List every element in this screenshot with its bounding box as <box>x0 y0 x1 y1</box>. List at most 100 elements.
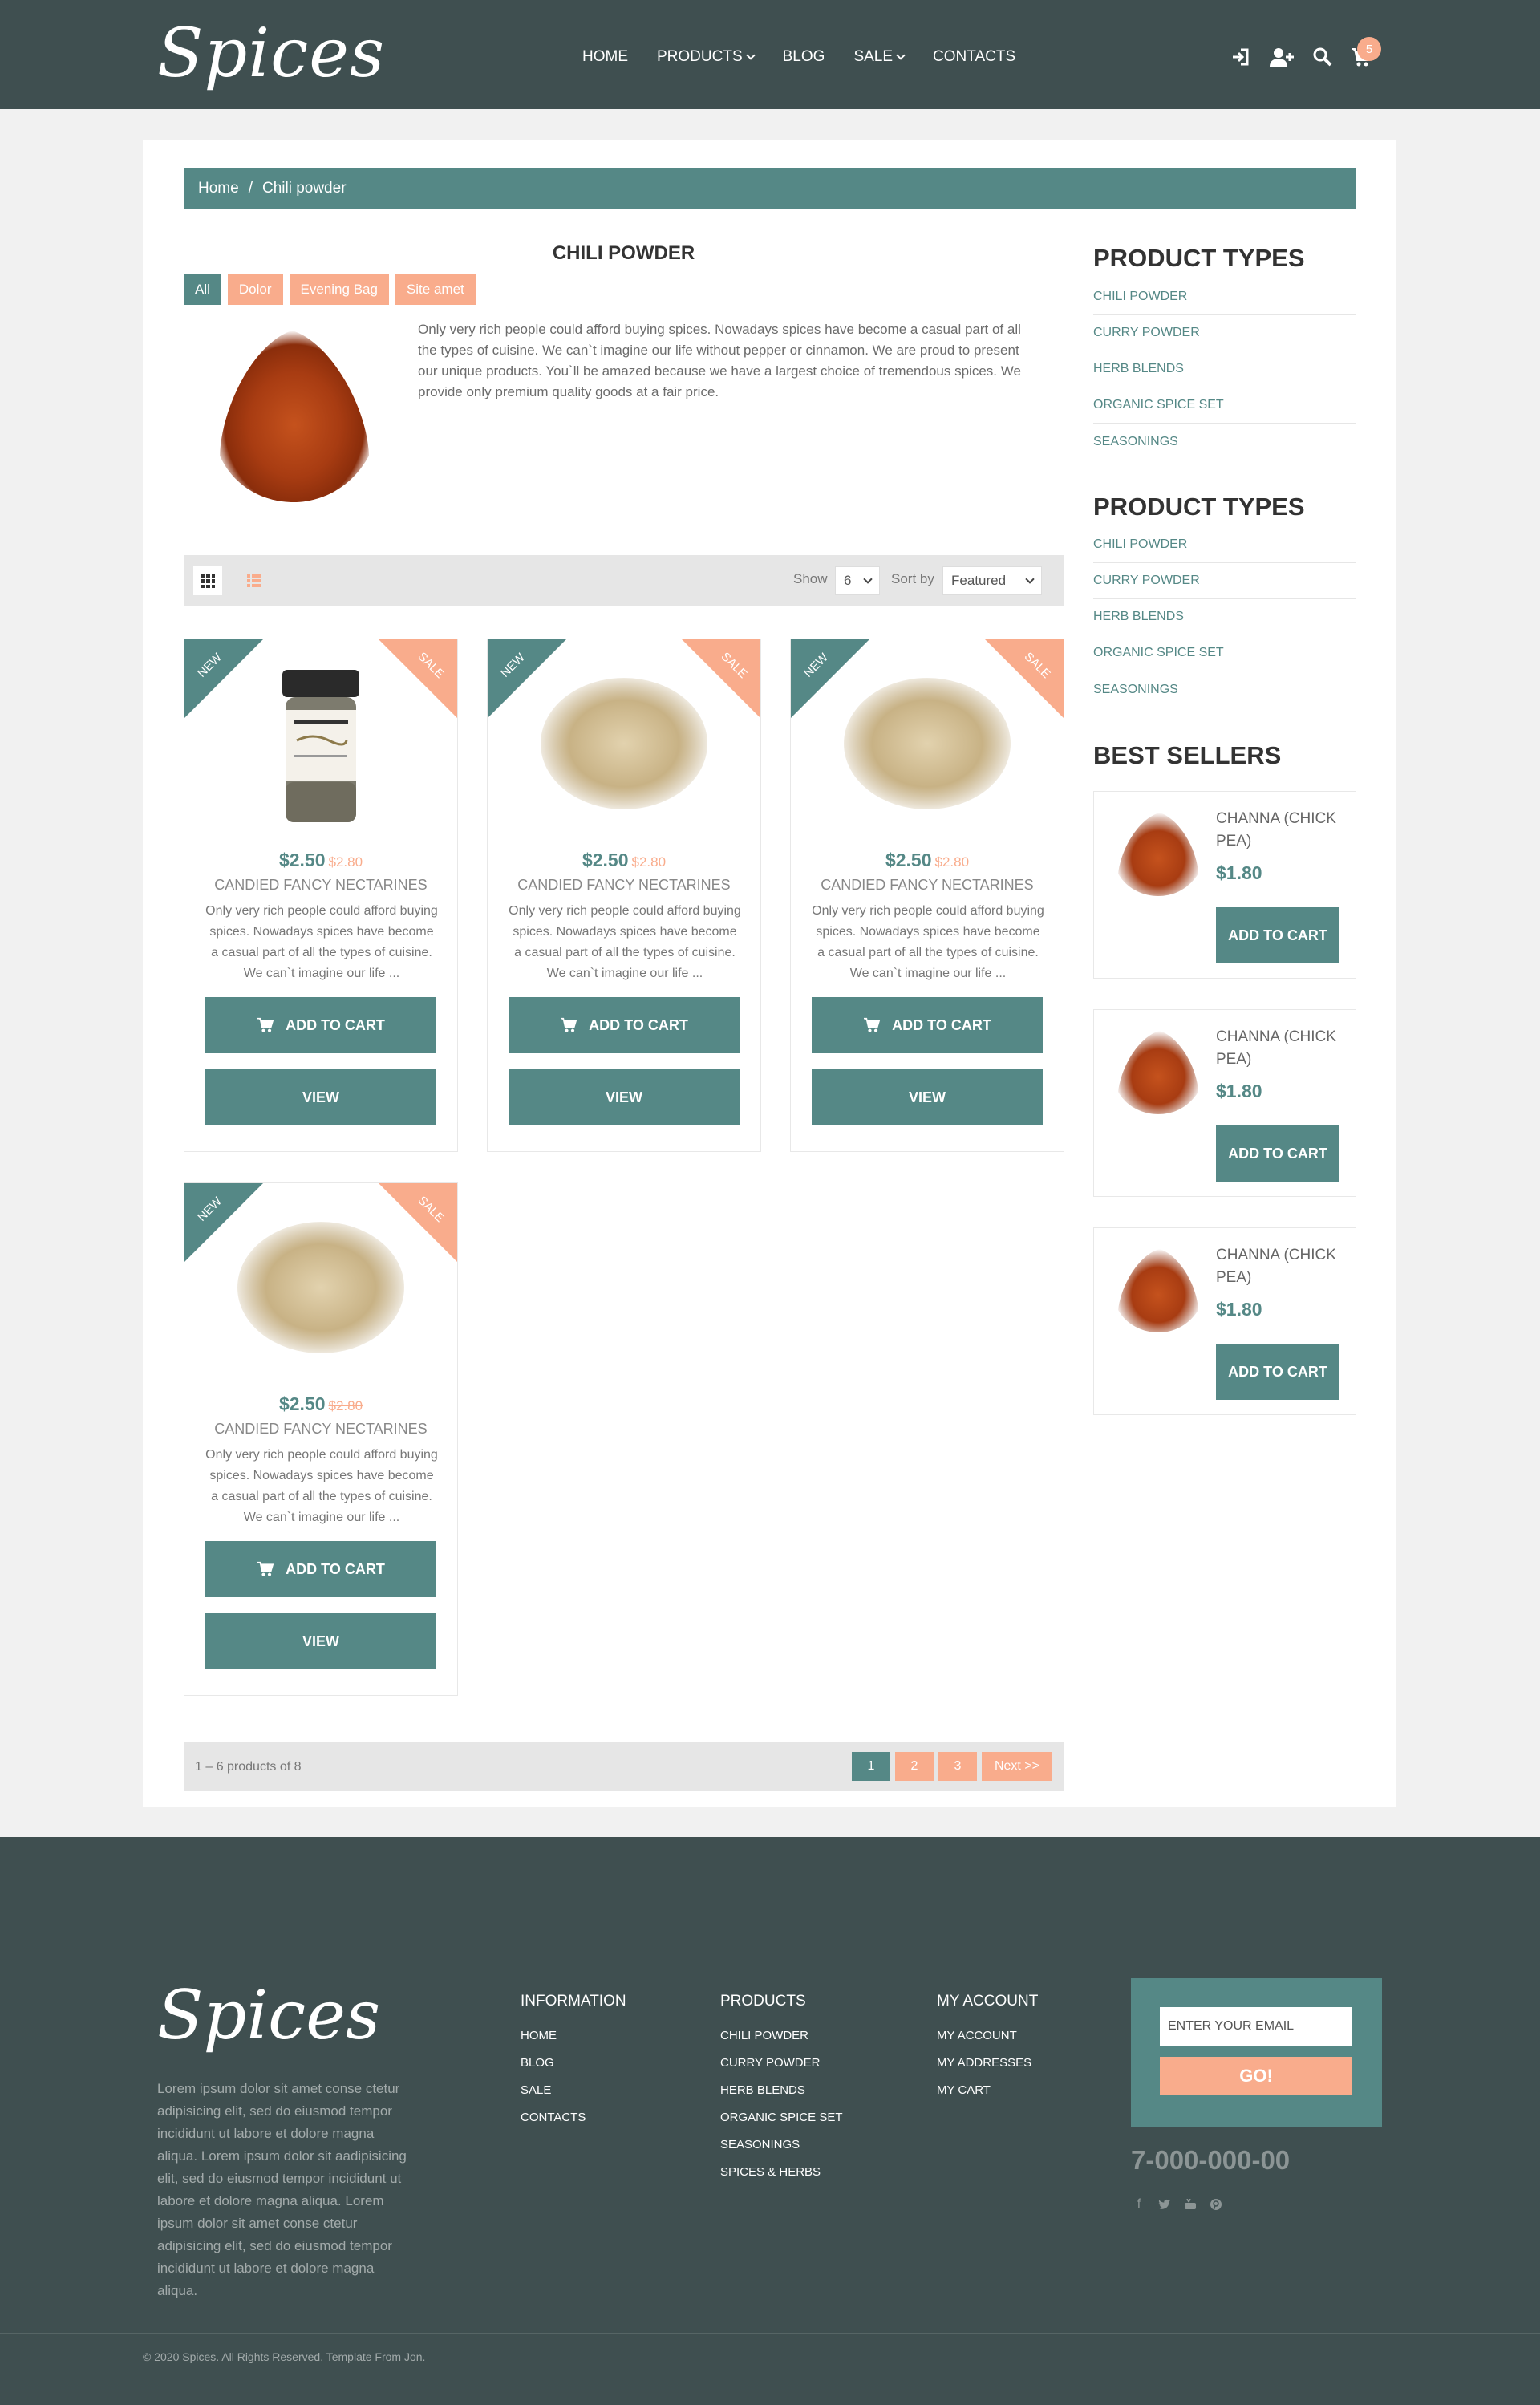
page-2-button[interactable]: 2 <box>894 1752 934 1781</box>
add-to-cart-button[interactable]: ADD TO CART <box>812 997 1043 1053</box>
footer-link[interactable]: CHILI POWDER <box>720 2022 843 2049</box>
add-user-icon[interactable] <box>1269 47 1295 67</box>
add-to-cart-button[interactable]: ADD TO CART <box>1216 1125 1339 1182</box>
best-seller-name[interactable]: CHANNA (CHICK PEA) <box>1216 1026 1344 1071</box>
footer-link[interactable]: SALE <box>521 2076 626 2103</box>
filter-site-amet[interactable]: Site amet <box>395 274 476 305</box>
footer-link[interactable]: BLOG <box>521 2049 626 2076</box>
site-logo[interactable]: Spices <box>157 14 385 91</box>
filter-dolor[interactable]: Dolor <box>227 274 283 305</box>
nav-contacts[interactable]: CONTACTS <box>933 48 1015 66</box>
view-button[interactable]: VIEW <box>205 1069 436 1125</box>
list-view-button[interactable] <box>240 566 269 595</box>
product-image-jar[interactable] <box>233 654 409 830</box>
nav-blog[interactable]: BLOG <box>783 48 825 66</box>
footer-link[interactable]: SEASONINGS <box>720 2131 843 2158</box>
show-select[interactable]: 6 <box>835 566 880 595</box>
grid-icon <box>201 574 215 588</box>
subscribe-button[interactable]: GO! <box>1160 2057 1352 2095</box>
footer-phone: 7-000-000-00 <box>1131 2145 1291 2175</box>
add-to-cart-button[interactable]: ADD TO CART <box>509 997 740 1053</box>
footer-link[interactable]: MY ADDRESSES <box>937 2049 1038 2076</box>
category-filters: All Dolor Evening Bag Site amet <box>184 274 476 305</box>
best-seller-image[interactable] <box>1112 1024 1205 1117</box>
product-type-item[interactable]: CHILI POWDER <box>1093 527 1356 563</box>
product-name[interactable]: CANDIED FANCY NECTARINES <box>184 1421 457 1438</box>
best-seller-image[interactable] <box>1112 806 1205 899</box>
product-type-item[interactable]: CURRY POWDER <box>1093 563 1356 599</box>
footer-link[interactable]: SPICES & HERBS <box>720 2158 843 2185</box>
best-seller-name[interactable]: CHANNA (CHICK PEA) <box>1216 808 1344 853</box>
product-types-title: PRODUCT TYPES <box>1093 493 1305 521</box>
product-card: NEW SALE $2.50 $2.80 CANDIED FANCY NECTAR… <box>184 1182 458 1696</box>
facebook-icon[interactable]: f <box>1131 2196 1147 2212</box>
sign-in-icon[interactable] <box>1230 47 1251 67</box>
product-name[interactable]: CANDIED FANCY NECTARINES <box>184 877 457 894</box>
social-links: f <box>1131 2196 1224 2212</box>
nav-home[interactable]: HOME <box>582 48 628 66</box>
search-icon[interactable] <box>1312 47 1333 67</box>
next-page-button[interactable]: Next >> <box>981 1752 1052 1781</box>
footer-description: Lorem ipsum dolor sit amet conse ctetur … <box>157 2081 407 2298</box>
product-type-item[interactable]: HERB BLENDS <box>1093 351 1356 387</box>
product-types-list: CHILI POWDER CURRY POWDER HERB BLENDS OR… <box>1093 527 1356 708</box>
view-button[interactable]: VIEW <box>205 1613 436 1669</box>
chevron-down-icon <box>745 51 756 60</box>
footer-link[interactable]: MY ACCOUNT <box>937 2022 1038 2049</box>
add-to-cart-button[interactable]: ADD TO CART <box>205 997 436 1053</box>
chevron-down-icon <box>1025 574 1035 584</box>
add-to-cart-button[interactable]: ADD TO CART <box>1216 1344 1339 1400</box>
footer-logo[interactable]: Spices <box>157 1977 380 2054</box>
product-name[interactable]: CANDIED FANCY NECTARINES <box>488 877 760 894</box>
filter-evening-bag[interactable]: Evening Bag <box>289 274 389 305</box>
email-field[interactable]: ENTER YOUR EMAIL <box>1160 2007 1352 2046</box>
product-image-pile[interactable] <box>536 654 712 830</box>
pinterest-icon[interactable] <box>1208 2196 1224 2212</box>
footer-link[interactable]: HERB BLENDS <box>720 2076 843 2103</box>
best-seller-name[interactable]: CHANNA (CHICK PEA) <box>1216 1244 1344 1289</box>
cart-icon <box>257 1017 274 1032</box>
product-card: NEW SALE $2.50 $2.80 CANDIED FANCY NECTAR… <box>184 639 458 1152</box>
product-type-item[interactable]: ORGANIC SPICE SET <box>1093 635 1356 671</box>
twitter-icon[interactable] <box>1157 2196 1173 2212</box>
footer-link[interactable]: ORGANIC SPICE SET <box>720 2103 843 2131</box>
footer-link[interactable]: HOME <box>521 2022 626 2049</box>
product-image-pile[interactable] <box>839 654 1015 830</box>
youtube-icon[interactable] <box>1182 2196 1198 2212</box>
add-to-cart-button[interactable]: ADD TO CART <box>1216 907 1339 963</box>
price-old: $2.80 <box>328 854 363 870</box>
footer-account: MY ACCOUNT MY ACCOUNT MY ADDRESSES MY CA… <box>937 1993 1038 2103</box>
product-type-item[interactable]: CURRY POWDER <box>1093 315 1356 351</box>
product-types-list: CHILI POWDER CURRY POWDER HERB BLENDS OR… <box>1093 279 1356 460</box>
footer-column-title: PRODUCTS <box>720 1993 806 2010</box>
breadcrumb-home[interactable]: Home <box>198 180 239 197</box>
price-old: $2.80 <box>934 854 970 870</box>
add-to-cart-button[interactable]: ADD TO CART <box>205 1541 436 1597</box>
sort-select[interactable]: Featured <box>942 566 1042 595</box>
product-image-pile[interactable] <box>233 1198 409 1374</box>
footer-link[interactable]: MY CART <box>937 2076 1038 2103</box>
product-name[interactable]: CANDIED FANCY NECTARINES <box>791 877 1064 894</box>
grid-view-button[interactable] <box>193 566 222 595</box>
page-1-button[interactable]: 1 <box>851 1752 890 1781</box>
nav-sale[interactable]: SALE <box>853 48 906 66</box>
product-type-item[interactable]: HERB BLENDS <box>1093 599 1356 635</box>
product-type-item[interactable]: CHILI POWDER <box>1093 279 1356 315</box>
product-type-item[interactable]: SEASONINGS <box>1093 671 1356 708</box>
footer-link[interactable]: CONTACTS <box>521 2103 626 2131</box>
view-button[interactable]: VIEW <box>509 1069 740 1125</box>
product-type-item[interactable]: SEASONINGS <box>1093 424 1356 460</box>
page-3-button[interactable]: 3 <box>938 1752 977 1781</box>
newsletter-box: ENTER YOUR EMAIL GO! <box>1131 1978 1382 2127</box>
footer-link[interactable]: CURRY POWDER <box>720 2049 843 2076</box>
breadcrumb-current: Chili powder <box>261 180 346 197</box>
best-seller-image[interactable] <box>1112 1243 1205 1336</box>
filter-all[interactable]: All <box>184 274 221 305</box>
product-type-item[interactable]: ORGANIC SPICE SET <box>1093 387 1356 424</box>
product-types-title: PRODUCT TYPES <box>1093 244 1305 272</box>
product-price: $2.50 $2.80 <box>791 850 1064 871</box>
view-button[interactable]: VIEW <box>812 1069 1043 1125</box>
nav-products[interactable]: PRODUCTS <box>657 48 756 66</box>
sort-label: Sort by <box>891 571 934 586</box>
category-image <box>197 319 390 509</box>
